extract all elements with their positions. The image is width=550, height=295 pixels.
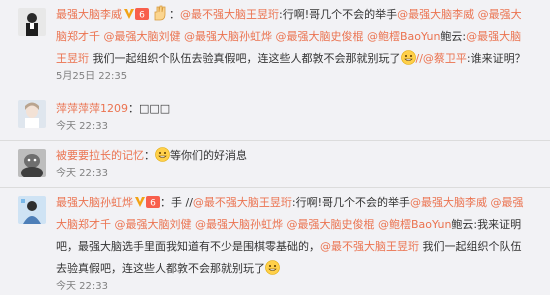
grin-emoji-icon bbox=[400, 50, 416, 65]
comment-timestamp: 今天 22:33 bbox=[56, 168, 108, 179]
avatar[interactable] bbox=[18, 149, 46, 177]
comment-author[interactable]: 最强大脑李威 bbox=[56, 8, 122, 21]
mention-link[interactable]: @最不强大脑王昱珩 bbox=[193, 196, 292, 209]
verified-icon bbox=[135, 193, 145, 207]
comment-author[interactable]: 被要要拉长的记忆 bbox=[56, 149, 144, 162]
mention-link[interactable]: @最不强大脑王昱珩 bbox=[180, 8, 279, 21]
verified-icon bbox=[124, 5, 134, 19]
mention-link[interactable]: @最不强大脑王昱珩 bbox=[320, 240, 419, 253]
avatar[interactable] bbox=[18, 100, 46, 128]
vip-badge-icon: 6 bbox=[146, 194, 160, 209]
comment-text: ：等你们的好消息 bbox=[144, 147, 247, 162]
vip-badge-icon: 6 bbox=[135, 6, 149, 21]
mention-link[interactable]: @最强大脑孙虹烨 bbox=[195, 218, 283, 231]
grin-emoji-icon bbox=[265, 260, 280, 275]
mention-link[interactable]: @最强大脑孙虹烨 bbox=[184, 30, 272, 43]
comment-author[interactable]: 最强大脑孙虹烨 bbox=[56, 196, 133, 209]
mention-link[interactable]: //@蔡卫平 bbox=[416, 52, 467, 65]
mention-link[interactable]: @鲍橒BaoYun bbox=[378, 218, 451, 231]
mention-link[interactable]: @最强大脑李威 bbox=[397, 8, 474, 21]
svg-text:6: 6 bbox=[150, 199, 156, 209]
raised-hand-icon bbox=[151, 4, 169, 22]
mention-link[interactable]: @最强大脑刘健 bbox=[115, 218, 192, 231]
mention-link[interactable]: @最强大脑李威 bbox=[410, 196, 487, 209]
comment-timestamp: 今天 22:33 bbox=[56, 281, 108, 292]
comment-item: 萍萍萍萍1209：□□□ 今天 22:33 bbox=[0, 94, 550, 141]
mention-link[interactable]: @最强大脑史俊棍 bbox=[287, 218, 375, 231]
comment-text: ：□□□ bbox=[128, 102, 171, 115]
comment-author[interactable]: 萍萍萍萍1209 bbox=[56, 102, 128, 115]
mention-link[interactable]: @鲍橒BaoYun bbox=[367, 30, 440, 43]
mention-link[interactable]: @最强大脑史俊棍 bbox=[276, 30, 364, 43]
comment-timestamp: 今天 22:33 bbox=[56, 121, 108, 132]
comment-timestamp: 5月25日 22:35 bbox=[56, 71, 128, 82]
comment-item: 最强大脑孙虹烨 6 ：手 //@最不强大脑王昱珩:行啊!哥几个不会的举手@最强大脑李… bbox=[0, 188, 550, 295]
comment-item: 最强大脑李威 6 ：@最不强大脑王昱珩:行啊!哥几个不会的举手@最强大脑李威 @最强… bbox=[0, 0, 550, 95]
svg-text:6: 6 bbox=[139, 11, 145, 21]
mention-link[interactable]: @最强大脑刘健 bbox=[104, 30, 181, 43]
avatar[interactable] bbox=[18, 196, 46, 224]
grin-emoji-icon bbox=[155, 147, 170, 162]
avatar[interactable] bbox=[18, 8, 46, 36]
comment-item: 被要要拉长的记忆： 等你们的好消息 今天 22:33 bbox=[0, 141, 550, 188]
